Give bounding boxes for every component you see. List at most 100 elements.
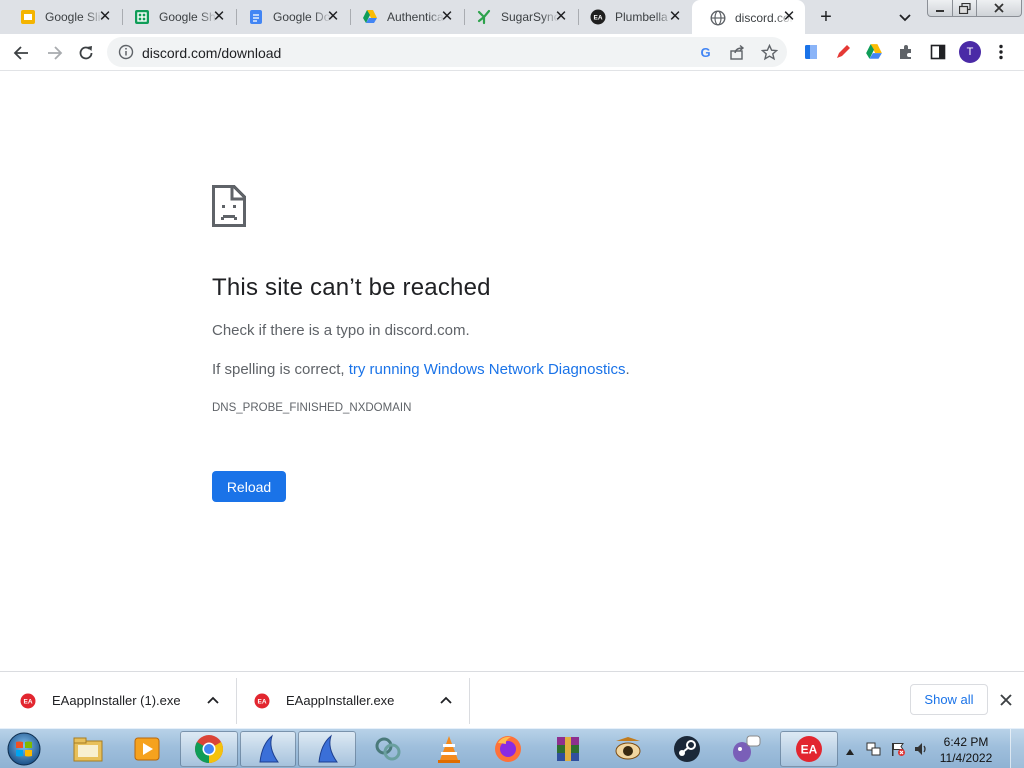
network-tool-icon[interactable] bbox=[363, 731, 413, 767]
forward-button[interactable] bbox=[44, 43, 64, 63]
diagnostics-suffix: . bbox=[625, 361, 630, 378]
tab-title: Google Docs bbox=[273, 10, 331, 24]
share-icon[interactable] bbox=[729, 44, 746, 61]
tab-title: Plumbella bbox=[615, 10, 668, 24]
flag-tray-icon[interactable] bbox=[890, 741, 906, 757]
pen-icon[interactable] bbox=[834, 43, 852, 61]
svg-text:EA: EA bbox=[801, 743, 818, 757]
tab-title: SugarSync bbox=[501, 10, 559, 24]
profile-avatar[interactable]: T bbox=[959, 41, 981, 63]
reload-icon[interactable] bbox=[76, 43, 96, 63]
ea-file-icon: EA bbox=[20, 693, 36, 709]
tab-title: Authentication bbox=[387, 10, 445, 24]
svg-text:G: G bbox=[700, 45, 710, 60]
steam-icon[interactable] bbox=[662, 731, 712, 767]
diagnostics-prefix: If spelling is correct, bbox=[212, 361, 349, 378]
page-content: This site can’t be reached Check if ther… bbox=[0, 71, 1024, 671]
close-icon[interactable]: ✕ bbox=[781, 9, 797, 25]
new-tab-button[interactable]: + bbox=[815, 6, 837, 28]
chevron-up-icon[interactable] bbox=[206, 693, 220, 707]
pidgin-icon[interactable] bbox=[720, 731, 770, 767]
ea-file-icon: EA bbox=[254, 693, 270, 709]
download-filename[interactable]: EAappInstaller (1).exe bbox=[52, 693, 181, 708]
google-drive-icon[interactable] bbox=[865, 43, 883, 61]
error-title: This site can’t be reached bbox=[212, 274, 491, 301]
info-icon[interactable] bbox=[118, 44, 134, 60]
back-button[interactable] bbox=[12, 43, 32, 63]
tab-authentication[interactable]: Authentication ✕ bbox=[344, 0, 463, 34]
show-desktop-button[interactable] bbox=[1010, 729, 1024, 768]
vlc-icon[interactable] bbox=[424, 731, 474, 767]
close-icon[interactable]: ✕ bbox=[439, 9, 455, 25]
explorer-icon[interactable] bbox=[63, 731, 113, 767]
system-clock[interactable]: 6:42 PM 11/4/2022 bbox=[935, 734, 997, 766]
firefox-icon[interactable] bbox=[483, 731, 533, 767]
minimize-button[interactable] bbox=[927, 0, 953, 17]
globe-icon bbox=[710, 9, 726, 26]
google-sheets-icon bbox=[134, 9, 150, 25]
tab-google-docs[interactable]: Google Docs ✕ bbox=[230, 0, 349, 34]
kebab-menu-icon[interactable] bbox=[994, 43, 1008, 61]
tab-sugarsync[interactable]: SugarSync ✕ bbox=[458, 0, 577, 34]
clock-time: 6:42 PM bbox=[943, 735, 989, 749]
svg-text:EA: EA bbox=[23, 698, 32, 705]
ea-icon: EA bbox=[590, 9, 606, 25]
sugarsync-icon bbox=[476, 9, 492, 25]
google-docs-icon bbox=[248, 9, 264, 25]
media-player-icon[interactable] bbox=[122, 731, 172, 767]
restore-button[interactable] bbox=[953, 0, 977, 17]
tab-title: Google Slides bbox=[45, 10, 103, 24]
extension-docs-icon[interactable] bbox=[802, 43, 820, 61]
close-icon[interactable]: ✕ bbox=[325, 9, 341, 25]
error-suggestion-typo: Check if there is a typo in discord.com. bbox=[212, 322, 470, 339]
tab-google-sheets[interactable]: Google Sheets ✕ bbox=[116, 0, 235, 34]
bookmark-star-icon[interactable] bbox=[760, 43, 779, 61]
extensions-puzzle-icon[interactable] bbox=[897, 43, 915, 61]
windows-taskbar: EA 6:42 PM 11/4/2022 bbox=[0, 728, 1024, 768]
address-bar[interactable]: discord.com/download G bbox=[107, 37, 787, 67]
reload-button[interactable]: Reload bbox=[212, 471, 286, 502]
window-controls bbox=[927, 0, 1024, 18]
show-all-button[interactable]: Show all bbox=[910, 684, 988, 715]
app-blue-sail-icon[interactable] bbox=[240, 731, 296, 767]
close-icon[interactable]: ✕ bbox=[553, 9, 569, 25]
error-suggestion-diagnostics: If spelling is correct, try running Wind… bbox=[212, 361, 630, 378]
download-shelf: EA EAappInstaller (1).exe EA EAappInstal… bbox=[0, 671, 1024, 728]
app-blue-sail-icon[interactable] bbox=[298, 731, 356, 767]
winrar-icon[interactable] bbox=[543, 731, 593, 767]
browser-toolbar: discord.com/download G T bbox=[0, 34, 1024, 71]
chevron-down-icon[interactable] bbox=[896, 8, 914, 26]
chevron-up-icon[interactable] bbox=[439, 693, 453, 707]
window-close-button[interactable] bbox=[977, 0, 1022, 17]
volume-tray-icon[interactable] bbox=[913, 741, 929, 757]
side-panel-icon[interactable] bbox=[929, 43, 947, 61]
svg-text:EA: EA bbox=[257, 698, 266, 705]
start-button[interactable] bbox=[4, 730, 44, 768]
download-filename[interactable]: EAappInstaller.exe bbox=[286, 693, 394, 708]
google-drive-icon bbox=[362, 9, 378, 25]
error-code: DNS_PROBE_FINISHED_NXDOMAIN bbox=[212, 402, 412, 414]
close-icon[interactable]: ✕ bbox=[211, 9, 227, 25]
close-icon[interactable]: ✕ bbox=[97, 9, 113, 25]
tab-plumbella[interactable]: EA Plumbella ✕ bbox=[572, 0, 691, 34]
sad-page-icon bbox=[212, 185, 246, 227]
tab-title: Google Sheets bbox=[159, 10, 217, 24]
download-separator bbox=[469, 678, 470, 724]
url-text[interactable]: discord.com/download bbox=[142, 45, 281, 61]
spy-eye-icon[interactable] bbox=[603, 731, 653, 767]
svg-text:EA: EA bbox=[593, 15, 602, 22]
tray-expand-icon[interactable] bbox=[845, 744, 855, 755]
google-slides-icon bbox=[20, 9, 36, 25]
tab-discord[interactable]: discord.com ✕ bbox=[692, 0, 805, 35]
chrome-icon[interactable] bbox=[180, 731, 238, 767]
download-item[interactable]: EA EAappInstaller (1).exe bbox=[20, 672, 181, 729]
download-separator bbox=[236, 678, 237, 724]
network-tray-icon[interactable] bbox=[866, 741, 882, 757]
download-item[interactable]: EA EAappInstaller.exe bbox=[254, 672, 394, 729]
network-diagnostics-link[interactable]: try running Windows Network Diagnostics bbox=[349, 361, 626, 378]
tab-google-slides[interactable]: Google Slides ✕ bbox=[2, 0, 121, 34]
ea-app-icon[interactable]: EA bbox=[780, 731, 838, 767]
close-icon[interactable]: ✕ bbox=[667, 9, 683, 25]
close-icon[interactable] bbox=[998, 692, 1014, 708]
google-translate-icon[interactable]: G bbox=[697, 44, 714, 61]
